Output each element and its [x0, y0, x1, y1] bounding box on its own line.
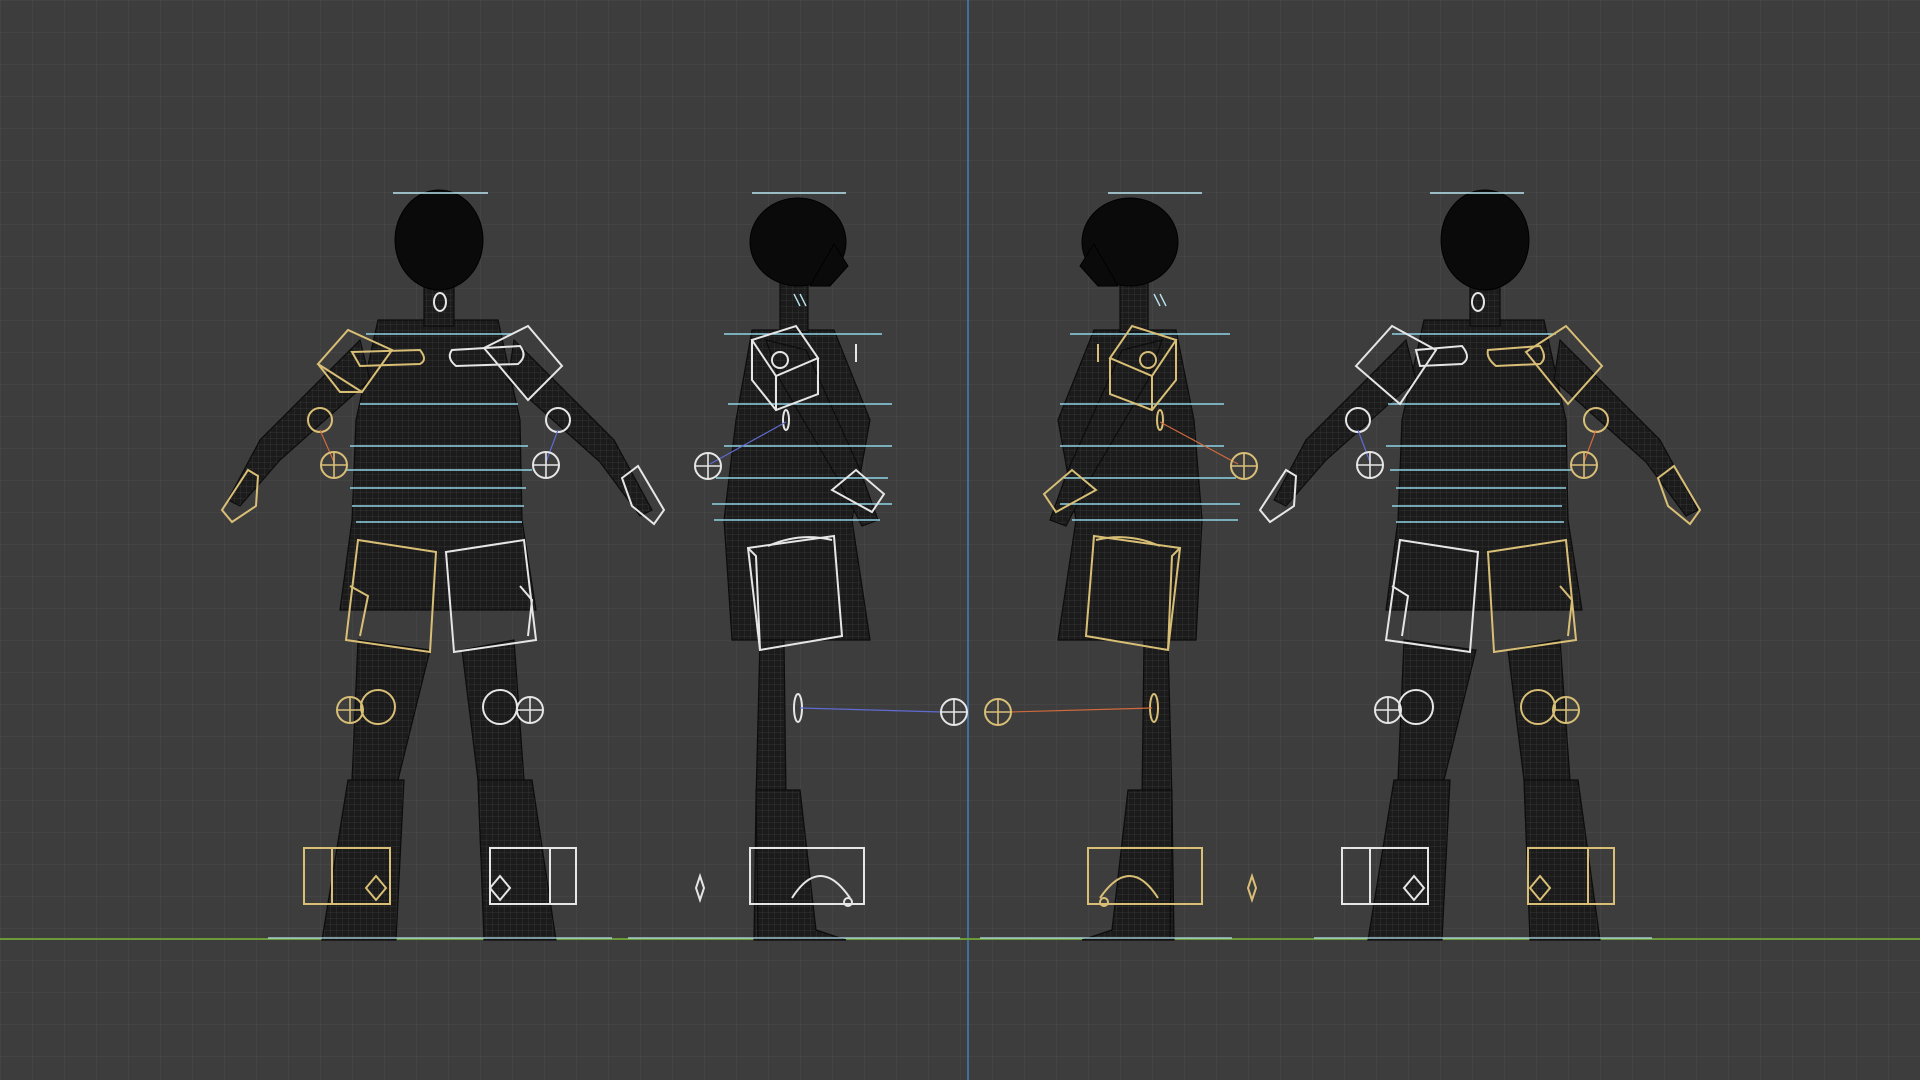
- pole-target-icon[interactable]: [320, 451, 348, 479]
- pole-target-icon[interactable]: [1374, 696, 1402, 724]
- pole-target-icon[interactable]: [694, 452, 722, 480]
- viewport-canvas[interactable]: [0, 0, 1920, 1080]
- pole-target-icon[interactable]: [1230, 452, 1258, 480]
- pole-target-icon[interactable]: [940, 698, 968, 726]
- pole-target-icon[interactable]: [1552, 696, 1580, 724]
- pole-target-icon[interactable]: [1570, 451, 1598, 479]
- pole-target-icon[interactable]: [984, 698, 1012, 726]
- 3d-viewport[interactable]: [0, 0, 1920, 1080]
- pole-target-icon[interactable]: [532, 451, 560, 479]
- viewport-grid: [0, 0, 1920, 1080]
- pole-target-icon[interactable]: [516, 696, 544, 724]
- pole-target-icon[interactable]: [336, 696, 364, 724]
- pole-target-icon[interactable]: [1356, 451, 1384, 479]
